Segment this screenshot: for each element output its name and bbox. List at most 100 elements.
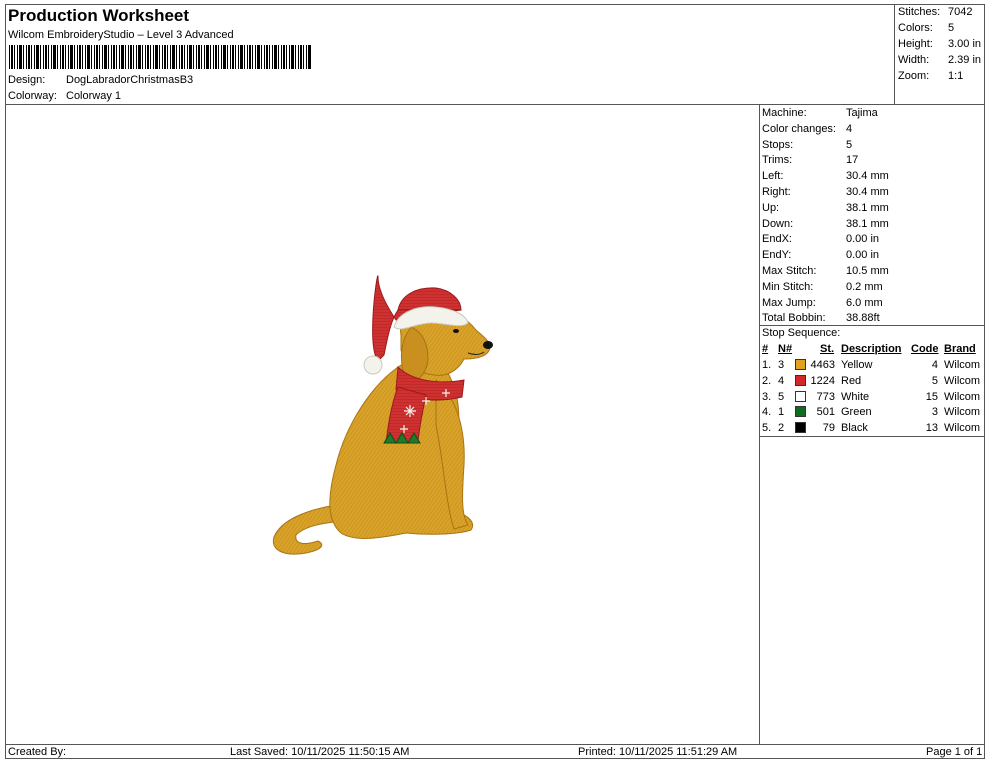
stat-label: Max Stitch:	[762, 265, 817, 277]
page-number: Page 1 of 1	[926, 746, 983, 758]
stat-label: EndX:	[762, 233, 792, 246]
stitches-label: Stitches:	[898, 6, 941, 18]
stat-value: 5	[846, 138, 853, 151]
stat-label: Trims:	[762, 154, 793, 167]
stop-description: Yellow	[841, 359, 873, 371]
stop-num: 5.	[762, 422, 772, 435]
stop-brand: Wilcom	[944, 390, 981, 403]
height-label: Height:	[898, 38, 933, 50]
santa-hat-pompom	[363, 355, 383, 375]
stop-code: 13	[925, 422, 938, 435]
color-swatch	[795, 406, 806, 418]
stop-description: White	[841, 390, 870, 403]
stop-code: 3	[931, 406, 938, 419]
footer-divider	[5, 744, 985, 745]
col-header-code: Code	[911, 343, 939, 355]
stop-num: 4.	[762, 406, 772, 419]
stat-value: Tajima	[846, 107, 878, 119]
stop-stitches: 4463	[810, 359, 835, 371]
stat-value: 0.2 mm	[846, 280, 883, 293]
stop-brand: Wilcom	[944, 422, 981, 435]
stat-value: 30.4 mm	[846, 170, 889, 183]
stat-label: Total Bobbin:	[762, 312, 826, 325]
stat-label: Up:	[762, 201, 780, 214]
barcode	[9, 45, 311, 69]
embroidery-design-image	[272, 275, 493, 555]
stop-num: 3.	[762, 390, 772, 403]
col-header-st: St.	[820, 343, 835, 355]
stat-label: Right:	[762, 186, 791, 198]
stat-value: 38.1 mm	[846, 201, 889, 214]
stop-description: Black	[841, 422, 868, 435]
height-value: 3.00 in	[948, 38, 982, 50]
stop-code: 4	[931, 359, 938, 371]
created-by: Created By:	[8, 746, 67, 758]
stat-value: 0.00 in	[846, 249, 880, 262]
stat-label: Down:	[762, 217, 794, 230]
stat-value: 17	[846, 154, 859, 167]
scarf-fringe	[383, 432, 421, 444]
stop-description: Red	[841, 374, 862, 387]
stop-needle: 4	[778, 374, 785, 387]
side-panel-divider	[759, 104, 760, 745]
col-header-description: Description	[841, 343, 902, 355]
color-swatch	[795, 359, 806, 370]
stop-description: Green	[841, 406, 872, 419]
stat-label: Color changes:	[762, 122, 836, 135]
col-header-num: #	[762, 343, 769, 355]
stop-brand: Wilcom	[944, 406, 981, 419]
col-header-brand: Brand	[944, 343, 976, 355]
stop-needle: 3	[778, 359, 785, 371]
stat-value: 6.0 mm	[846, 296, 883, 309]
stat-value: 38.88ft	[846, 312, 880, 325]
dog-nose	[483, 341, 493, 349]
stop-brand: Wilcom	[944, 359, 981, 371]
design-value: DogLabradorChristmasB3	[66, 74, 194, 86]
stat-value: 10.5 mm	[846, 265, 889, 277]
stops-divider	[759, 436, 985, 437]
zoom-value: 1:1	[948, 70, 964, 82]
stop-stitches: 79	[822, 422, 835, 435]
stop-stitches: 1224	[810, 374, 835, 387]
stat-label: EndY:	[762, 249, 792, 262]
colors-label: Colors:	[898, 22, 933, 34]
colors-value: 5	[948, 22, 955, 34]
stitches-value: 7042	[948, 6, 973, 18]
stop-needle: 2	[778, 422, 785, 435]
stop-brand: Wilcom	[944, 374, 981, 387]
stat-label: Left:	[762, 170, 784, 183]
dog-eye	[453, 329, 459, 333]
stat-label: Max Jump:	[762, 296, 816, 309]
colorway-label: Colorway:	[8, 90, 57, 102]
stop-code: 5	[931, 374, 938, 387]
stat-value: 30.4 mm	[846, 186, 889, 198]
stop-code: 15	[925, 390, 938, 403]
last-saved: Last Saved: 10/11/2025 11:50:15 AM	[230, 746, 410, 758]
zoom-label: Zoom:	[898, 70, 930, 82]
software-name: Wilcom EmbroideryStudio – Level 3 Advanc…	[8, 29, 234, 41]
color-swatch	[795, 374, 806, 386]
col-header-n: N#	[778, 343, 793, 355]
design-label: Design:	[8, 74, 46, 86]
page-title: Production Worksheet	[8, 6, 190, 25]
color-swatch	[795, 390, 806, 402]
stop-num: 1.	[762, 359, 772, 371]
colorway-value: Colorway 1	[66, 90, 122, 102]
printed-date: Printed: 10/11/2025 11:51:29 AM	[578, 746, 738, 758]
stat-label: Min Stitch:	[762, 280, 814, 293]
stop-sequence-title: Stop Sequence:	[762, 327, 841, 339]
width-label: Width:	[898, 54, 930, 66]
width-value: 2.39 in	[948, 54, 982, 66]
stop-needle: 1	[778, 406, 785, 419]
color-swatch	[795, 422, 806, 434]
stat-value: 4	[846, 122, 853, 135]
stop-num: 2.	[762, 374, 772, 387]
stop-stitches: 501	[816, 406, 835, 419]
stop-needle: 5	[778, 390, 785, 403]
stat-label: Machine:	[762, 107, 807, 119]
stop-stitches: 773	[816, 390, 835, 403]
summary-divider	[894, 4, 895, 104]
stat-value: 0.00 in	[846, 233, 880, 246]
stat-value: 38.1 mm	[846, 217, 889, 230]
stat-label: Stops:	[762, 138, 794, 151]
